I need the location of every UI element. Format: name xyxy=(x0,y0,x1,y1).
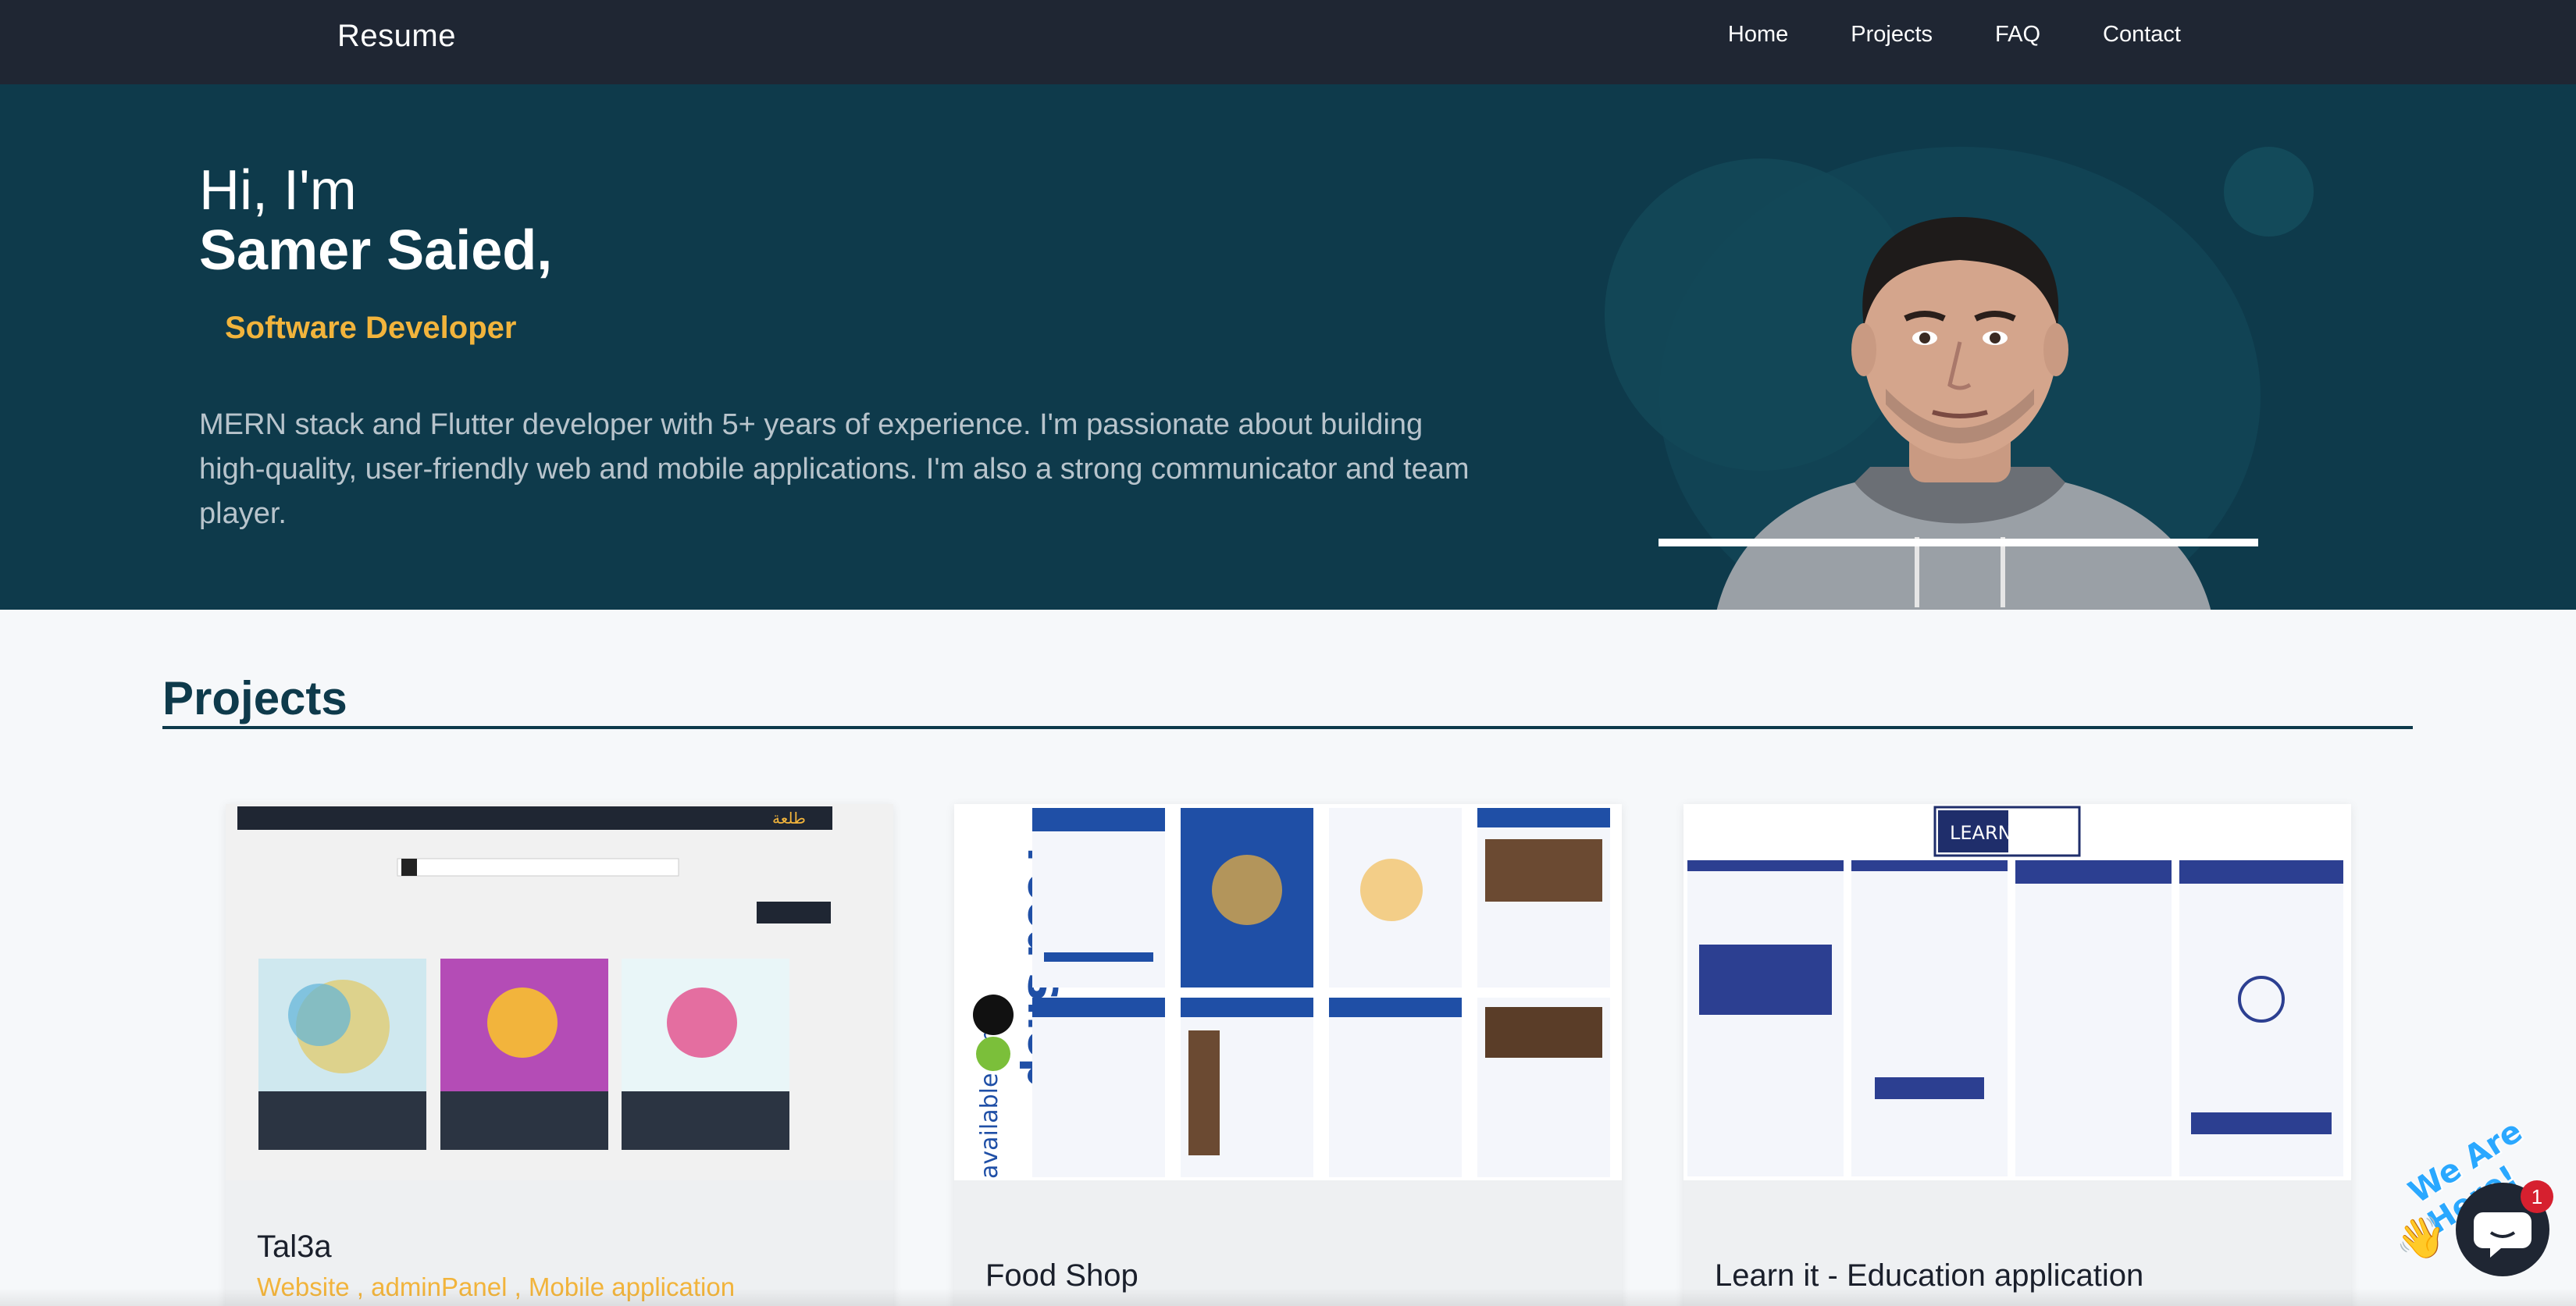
hero-role: Software Developer xyxy=(225,311,517,345)
project-card-tal3a[interactable]: طلعة Tal3a Website , adminPanel , Mobile… xyxy=(226,804,893,1306)
nav-faq-link[interactable]: FAQ xyxy=(1995,22,2040,48)
project-title: Tal3a xyxy=(257,1229,332,1264)
nav-projects-link[interactable]: Projects xyxy=(1851,22,1933,48)
tal3a-screenshot: طلعة xyxy=(226,804,893,1180)
learn-it-screenshot: LEARN IT xyxy=(1683,804,2351,1180)
project-thumbnail: Food Shop available for xyxy=(954,804,1622,1180)
hero-bio: MERN stack and Flutter developer with 5+… xyxy=(199,408,1470,530)
waving-hand-icon: 👋 xyxy=(2396,1215,2446,1261)
tal3a-thumb-logo: طلعة xyxy=(772,809,806,827)
portrait-underline xyxy=(1659,539,2258,546)
hero-name: Samer Saied, xyxy=(199,219,553,282)
projects-divider xyxy=(162,726,2413,729)
project-thumbnail: طلعة xyxy=(226,804,893,1180)
nav-home-link[interactable]: Home xyxy=(1728,22,1788,48)
food-shop-screenshot: Food Shop available for xyxy=(954,804,1622,1180)
hero-greeting: Hi, I'm xyxy=(199,159,357,222)
hero-section: Hi, I'm Samer Saied, Software Developer … xyxy=(0,84,2576,610)
projects-heading: Projects xyxy=(162,672,347,724)
chat-notification-badge: 1 xyxy=(2521,1180,2553,1213)
navbar: Resume Home Projects FAQ Contact xyxy=(0,0,2576,84)
project-card-food-shop[interactable]: Food Shop available for Food Shop xyxy=(954,804,1622,1306)
nav-contact-link[interactable]: Contact xyxy=(2103,22,2181,48)
project-card-learn-it[interactable]: LEARN IT Learn it - Education applicatio… xyxy=(1683,804,2351,1306)
page-bottom-shadow xyxy=(0,1288,2576,1306)
project-thumbnail: LEARN IT xyxy=(1683,804,2351,1180)
brand-logo[interactable]: Resume xyxy=(337,19,456,54)
learn-it-thumb-logo: LEARN IT xyxy=(1950,822,2035,844)
nav-links: Home Projects FAQ Contact xyxy=(1728,22,2181,48)
